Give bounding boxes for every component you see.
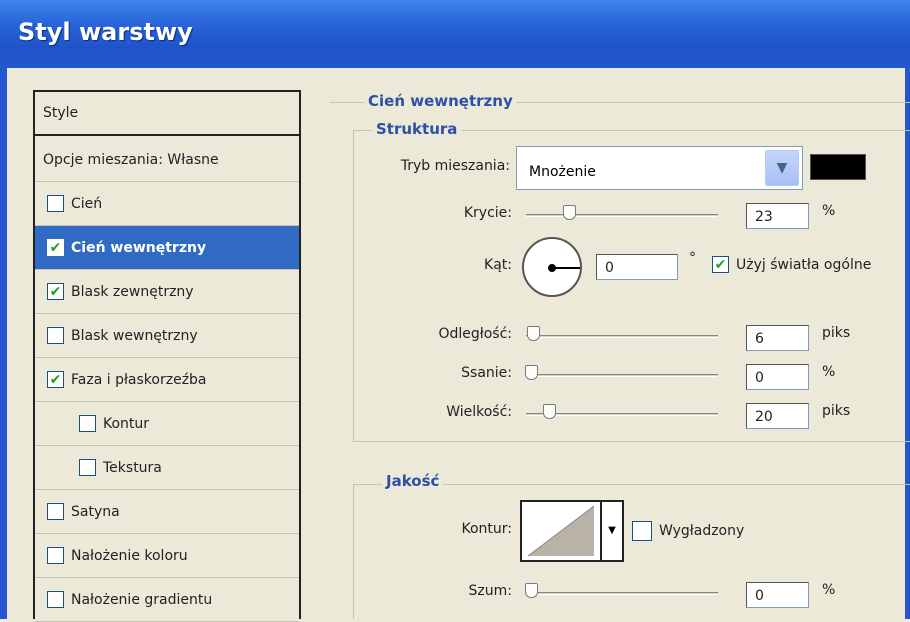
style-item-checkbox[interactable]	[47, 503, 64, 520]
global-light-option[interactable]: ✔ Użyj światła ogólne	[712, 256, 871, 273]
distance-unit: piks	[822, 325, 851, 341]
noise-unit: %	[822, 582, 836, 598]
style-item-label: Tekstura	[103, 459, 162, 476]
choke-slider-thumb[interactable]	[525, 365, 538, 380]
antialias-option[interactable]: Wygładzony	[632, 521, 744, 541]
style-item-label: Kontur	[103, 415, 150, 432]
size-input[interactable]: 20	[746, 403, 809, 429]
angle-dial[interactable]	[522, 237, 582, 297]
check-icon: ✔	[49, 239, 62, 256]
style-item-label: Cień wewnętrzny	[71, 239, 207, 256]
contour-curve	[527, 505, 595, 557]
style-item[interactable]: Tekstura	[35, 446, 299, 490]
style-item-checkbox[interactable]	[47, 195, 64, 212]
noise-input[interactable]: 0	[746, 582, 809, 608]
style-item[interactable]: Nałożenie gradientu	[35, 578, 299, 622]
noise-label: Szum:	[468, 583, 512, 599]
style-item-checkbox[interactable]: ✔	[47, 371, 64, 388]
antialias-checkbox[interactable]	[632, 521, 652, 541]
style-list: Style Opcje mieszania: Własne Cień ✔ Cień w…	[33, 90, 301, 622]
style-list-header[interactable]: Style	[35, 92, 299, 136]
distance-slider-thumb[interactable]	[527, 326, 540, 341]
style-item[interactable]: ✔ Faza i płaskorzeźba	[35, 358, 299, 402]
opacity-slider-track[interactable]	[526, 214, 718, 217]
style-item-label: Cień	[71, 195, 103, 212]
style-item[interactable]: ✔ Blask zewnętrzny	[35, 270, 299, 314]
noise-slider-track[interactable]	[526, 592, 718, 595]
chevron-down-icon: ▼	[608, 525, 616, 536]
style-list-header-label: Style	[43, 105, 79, 121]
inner-shadow-title: Cień wewnętrzny	[364, 92, 517, 110]
title-bar[interactable]: Styl warstwy	[0, 0, 910, 68]
opacity-input[interactable]: 23	[746, 203, 809, 229]
style-item-checkbox[interactable]	[47, 547, 64, 564]
style-item[interactable]: ✔ Cień wewnętrzny	[35, 226, 299, 270]
global-light-checkbox[interactable]: ✔	[712, 256, 729, 273]
antialias-label: Wygładzony	[659, 523, 745, 539]
style-item-checkbox[interactable]	[79, 459, 96, 476]
window-title: Styl warstwy	[18, 18, 193, 46]
distance-label: Odległość:	[438, 326, 512, 342]
blend-mode-select[interactable]: Mnożenie ▼	[516, 146, 803, 190]
size-slider-thumb[interactable]	[543, 404, 556, 419]
distance-slider-track[interactable]	[526, 335, 718, 338]
style-item[interactable]: Satyna	[35, 490, 299, 534]
style-item-label: Faza i płaskorzeźba	[71, 371, 207, 388]
style-item-label: Opcje mieszania: Własne	[43, 151, 219, 168]
style-item-checkbox[interactable]	[79, 415, 96, 432]
window-frame-left	[0, 68, 7, 619]
angle-dial-needle	[552, 267, 580, 269]
contour-dropdown-button[interactable]: ▼	[602, 500, 624, 562]
style-item-label: Nałożenie gradientu	[71, 591, 213, 608]
check-icon: ✔	[714, 256, 727, 273]
style-item[interactable]: Blask wewnętrzny	[35, 314, 299, 358]
style-item-checkbox[interactable]	[47, 591, 64, 608]
global-light-label: Użyj światła ogólne	[736, 256, 872, 273]
opacity-unit: %	[822, 203, 836, 219]
blend-color-swatch[interactable]	[810, 154, 866, 180]
distance-input[interactable]: 6	[746, 325, 809, 351]
angle-input[interactable]: 0	[596, 254, 678, 280]
style-item-checkbox[interactable]	[47, 327, 64, 344]
choke-input[interactable]: 0	[746, 364, 809, 390]
opacity-slider-thumb[interactable]	[563, 205, 576, 220]
style-item[interactable]: Nałożenie koloru	[35, 534, 299, 578]
style-item-label: Nałożenie koloru	[71, 547, 188, 564]
style-item-checkbox[interactable]: ✔	[47, 283, 64, 300]
chevron-down-icon[interactable]: ▼	[765, 150, 799, 186]
blend-mode-label: Tryb mieszania:	[400, 158, 510, 174]
choke-unit: %	[822, 364, 836, 380]
structure-title: Struktura	[372, 120, 462, 138]
contour-preview[interactable]	[520, 500, 602, 562]
angle-unit: °	[689, 250, 696, 266]
opacity-label: Krycie:	[463, 205, 512, 221]
style-item-label: Blask zewnętrzny	[71, 283, 194, 300]
style-item[interactable]: Kontur	[35, 402, 299, 446]
style-item[interactable]: Cień	[35, 182, 299, 226]
check-icon: ✔	[49, 371, 62, 388]
blend-mode-value: Mnożenie	[529, 164, 596, 180]
contour-label: Kontur:	[461, 521, 512, 537]
size-label: Wielkość:	[446, 404, 512, 420]
check-icon: ✔	[49, 283, 62, 300]
style-item-checkbox[interactable]: ✔	[47, 239, 64, 256]
size-unit: piks	[822, 403, 851, 419]
style-item-label: Blask wewnętrzny	[71, 327, 198, 344]
noise-slider-thumb[interactable]	[525, 583, 538, 598]
angle-label: Kąt:	[484, 257, 512, 273]
quality-title: Jakość	[382, 472, 444, 490]
style-item[interactable]: Opcje mieszania: Własne	[35, 138, 299, 182]
choke-slider-track[interactable]	[526, 374, 718, 377]
style-item-label: Satyna	[71, 503, 120, 520]
choke-label: Ssanie:	[461, 365, 512, 381]
